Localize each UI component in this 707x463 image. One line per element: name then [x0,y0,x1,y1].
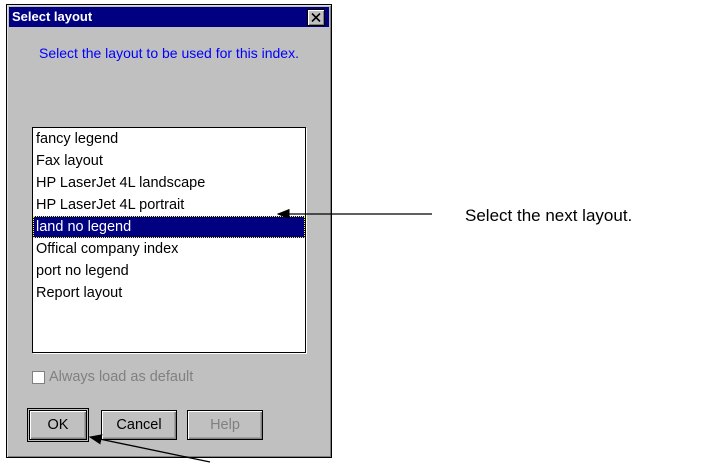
title-bar: Select layout [9,7,329,27]
close-icon [311,13,321,22]
ok-button[interactable]: OK [27,408,89,442]
checkbox-label: Always load as default [49,369,194,385]
list-item[interactable]: Fax layout [33,150,305,172]
layout-listbox[interactable]: fancy legend Fax layout HP LaserJet 4L l… [32,127,306,353]
dialog-title: Select layout [12,9,93,24]
list-item[interactable]: Report layout [33,282,305,304]
select-layout-dialog: Select layout Select the layout to be us… [6,4,332,458]
always-load-default-checkbox[interactable] [32,370,45,384]
always-load-default-option[interactable]: Always load as default [32,367,193,387]
help-button: Help [187,410,263,440]
callout-text: Select the next layout. [465,206,633,225]
list-item[interactable]: Offical company index [33,238,305,260]
list-item[interactable]: port no legend [33,260,305,282]
list-item[interactable]: HP LaserJet 4L portrait [33,194,305,216]
instruction-text: Select the layout to be used for this in… [39,45,299,61]
list-item-selected[interactable]: land no legend [33,216,305,238]
list-item[interactable]: fancy legend [33,128,305,150]
list-item[interactable]: HP LaserJet 4L landscape [33,172,305,194]
cancel-button[interactable]: Cancel [101,410,177,440]
close-button[interactable] [307,9,325,26]
